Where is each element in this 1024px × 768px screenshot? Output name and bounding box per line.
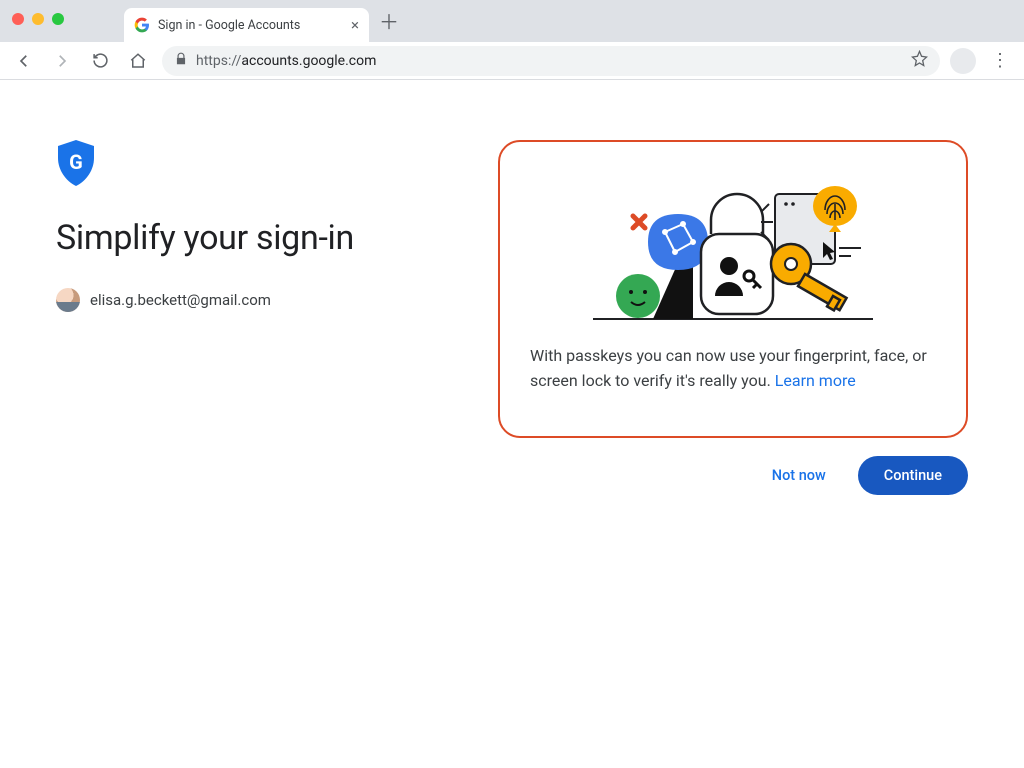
continue-button[interactable]: Continue <box>858 456 968 495</box>
page-headline: Simplify your sign-in <box>56 218 436 258</box>
left-column: G Simplify your sign-in elisa.g.beckett@… <box>56 140 436 312</box>
nav-reload-button[interactable] <box>86 47 114 75</box>
window-controls <box>12 13 64 29</box>
browser-tab-strip: Sign in - Google Accounts × ＋ <box>0 0 1024 42</box>
bookmark-star-icon[interactable] <box>911 50 928 71</box>
account-email: elisa.g.beckett@gmail.com <box>90 291 271 309</box>
page-content: G Simplify your sign-in elisa.g.beckett@… <box>0 80 1024 768</box>
google-favicon-icon <box>134 17 150 33</box>
account-chip[interactable]: elisa.g.beckett@gmail.com <box>56 288 436 312</box>
browser-menu-button[interactable]: ⋮ <box>986 47 1014 75</box>
right-column: With passkeys you can now use your finge… <box>498 140 968 495</box>
account-avatar-icon <box>56 288 80 312</box>
window-minimize-dot[interactable] <box>32 13 44 25</box>
passkey-card: With passkeys you can now use your finge… <box>498 140 968 438</box>
window-maximize-dot[interactable] <box>52 13 64 25</box>
passkey-illustration <box>530 164 936 324</box>
lock-icon <box>174 52 188 70</box>
learn-more-link[interactable]: Learn more <box>775 371 856 390</box>
url-text: https://accounts.google.com <box>196 53 376 69</box>
nav-home-button[interactable] <box>124 47 152 75</box>
browser-toolbar: https://accounts.google.com ⋮ <box>0 42 1024 80</box>
address-bar[interactable]: https://accounts.google.com <box>162 46 940 76</box>
action-row: Not now Continue <box>768 456 968 495</box>
not-now-button[interactable]: Not now <box>768 459 830 492</box>
profile-avatar-button[interactable] <box>950 48 976 74</box>
tab-close-icon[interactable]: × <box>351 18 359 33</box>
card-body-text: With passkeys you can now use your finge… <box>530 344 936 394</box>
new-tab-button[interactable]: ＋ <box>375 7 403 35</box>
google-shield-icon: G <box>56 140 436 190</box>
nav-back-button[interactable] <box>10 47 38 75</box>
tab-title: Sign in - Google Accounts <box>158 18 300 33</box>
window-close-dot[interactable] <box>12 13 24 25</box>
nav-forward-button[interactable] <box>48 47 76 75</box>
svg-text:G: G <box>69 150 83 174</box>
browser-tab[interactable]: Sign in - Google Accounts × <box>124 8 369 42</box>
